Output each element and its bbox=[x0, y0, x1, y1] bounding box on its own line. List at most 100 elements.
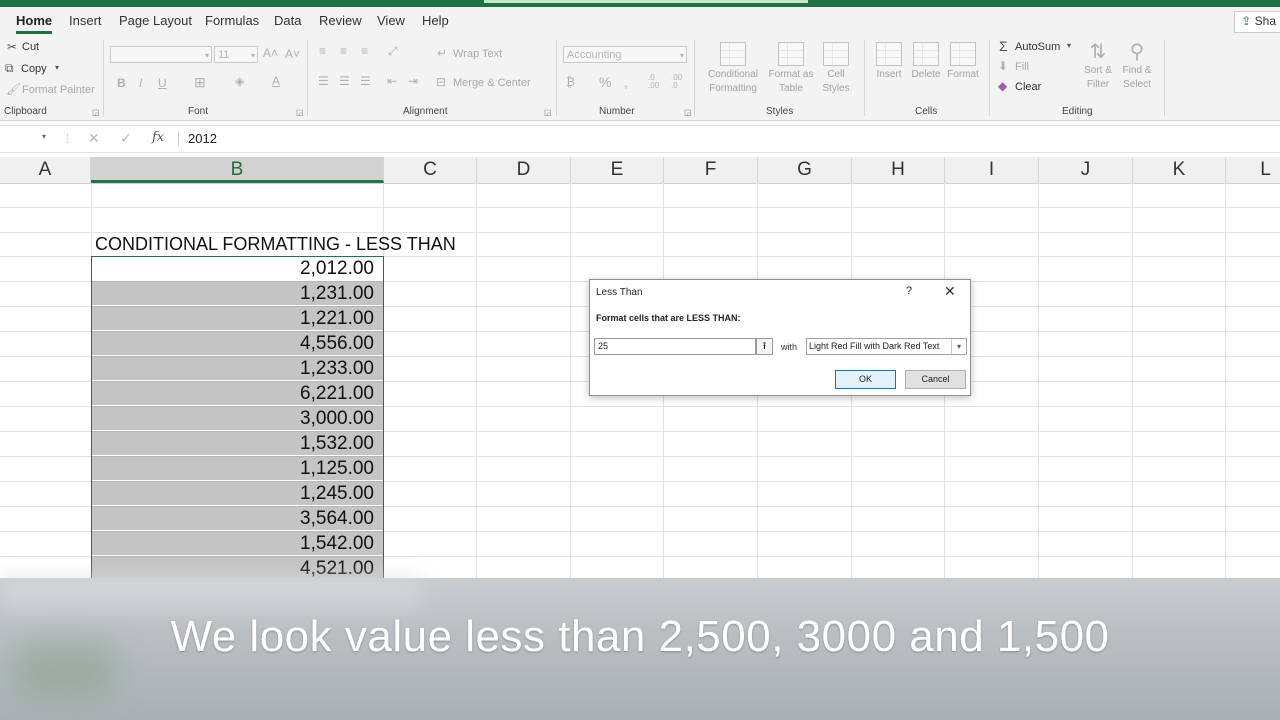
tab-review[interactable]: Review bbox=[319, 13, 362, 28]
sheet-title-cell[interactable]: CONDITIONAL FORMATTING - LESS THAN bbox=[95, 234, 456, 255]
format-style-select[interactable]: Light Red Fill with Dark Red Text ▾ bbox=[806, 338, 967, 355]
clipboard-group-label: Clipboard bbox=[4, 106, 47, 117]
percent-icon[interactable]: % bbox=[599, 74, 611, 90]
decrease-indent-icon[interactable]: ⇤ bbox=[387, 74, 397, 88]
copy-button[interactable]: Copy bbox=[21, 63, 47, 75]
share-button[interactable]: ⇪ Sha bbox=[1234, 11, 1280, 33]
delete-cells-button[interactable]: Delete bbox=[908, 42, 944, 82]
ok-button[interactable]: OK bbox=[835, 370, 896, 389]
formula-input[interactable]: 2012 bbox=[188, 131, 217, 146]
font-name-select[interactable]: ▾ bbox=[110, 46, 212, 63]
column-header-a[interactable]: A bbox=[0, 157, 91, 183]
styles-group-label: Styles bbox=[766, 106, 794, 117]
align-left-icon[interactable]: ☰ bbox=[318, 74, 329, 88]
column-header-e[interactable]: E bbox=[571, 157, 664, 183]
less-than-dialog: Less Than ? ✕ Format cells that are LESS… bbox=[589, 279, 971, 396]
fill-icon: ⬇ bbox=[998, 59, 1009, 73]
column-header-b[interactable]: B bbox=[91, 157, 384, 183]
delete-cells-icon bbox=[913, 42, 939, 66]
bold-icon[interactable]: B bbox=[117, 76, 126, 90]
number-format-select[interactable]: Accounting ▾ bbox=[563, 46, 687, 63]
confirm-entry-icon[interactable]: ✓ bbox=[120, 130, 132, 147]
cell-styles-button[interactable]: Cell Styles bbox=[816, 42, 856, 96]
range-selector-icon[interactable]: ⭱ bbox=[756, 338, 773, 355]
format-cells-button[interactable]: Format bbox=[944, 42, 982, 82]
tab-help[interactable]: Help bbox=[422, 13, 449, 28]
name-box[interactable]: ▾ bbox=[0, 128, 52, 149]
decrease-decimal-icon[interactable]: .00.0 bbox=[671, 74, 682, 90]
dialog-launcher-icon[interactable]: ◲ bbox=[684, 108, 692, 117]
scissors-icon: ✂ bbox=[7, 40, 18, 54]
tab-formulas[interactable]: Formulas bbox=[205, 13, 259, 28]
help-icon[interactable]: ? bbox=[906, 285, 912, 297]
italic-icon[interactable]: I bbox=[139, 76, 142, 90]
find-select-label: Find & bbox=[1122, 65, 1152, 76]
font-size-select[interactable]: 11 ▾ bbox=[214, 46, 258, 63]
cancel-button[interactable]: Cancel bbox=[905, 370, 966, 389]
merge-center-button[interactable]: Merge & Center bbox=[453, 77, 531, 89]
formula-bar: ▾ ⋮ ✕ ✓ fx 2012 bbox=[0, 125, 1280, 153]
align-right-icon[interactable]: ☰ bbox=[360, 74, 371, 88]
more-icon: ⋮ bbox=[62, 133, 73, 145]
increase-indent-icon[interactable]: ⇥ bbox=[408, 74, 418, 88]
find-select-label: Select bbox=[1123, 79, 1151, 90]
tab-data[interactable]: Data bbox=[274, 13, 301, 28]
increase-decimal-icon[interactable]: .0.00 bbox=[648, 74, 659, 90]
column-header-g[interactable]: G bbox=[758, 157, 852, 183]
column-header-l[interactable]: L bbox=[1226, 157, 1280, 183]
fill-color-icon[interactable]: ◈ bbox=[235, 74, 244, 88]
orientation-icon[interactable]: ⤢ bbox=[388, 44, 398, 59]
tab-page-layout[interactable]: Page Layout bbox=[119, 13, 192, 28]
dialog-title: Less Than bbox=[596, 287, 643, 298]
borders-icon[interactable]: ⊞ bbox=[194, 74, 206, 91]
format-painter-button[interactable]: Format Painter bbox=[22, 84, 95, 96]
column-headers: A B C D E F G H I J K L bbox=[0, 157, 1280, 184]
increase-font-icon[interactable]: A˄ bbox=[263, 46, 278, 60]
align-top-icon[interactable]: ≡ bbox=[319, 44, 326, 58]
threshold-input[interactable]: 25 bbox=[594, 338, 756, 355]
group-divider bbox=[1164, 40, 1165, 116]
tab-home[interactable]: Home bbox=[16, 13, 53, 34]
insert-function-icon[interactable]: fx bbox=[152, 130, 164, 145]
cut-button[interactable]: Cut bbox=[22, 41, 39, 53]
comma-icon[interactable]: , bbox=[624, 74, 628, 90]
number-format-value: Accounting bbox=[567, 49, 622, 61]
editing-group-label: Editing bbox=[1062, 106, 1093, 117]
column-header-h[interactable]: H bbox=[852, 157, 945, 183]
sort-filter-button[interactable]: ⇅ Sort & Filter bbox=[1078, 40, 1118, 92]
align-center-icon[interactable]: ☰ bbox=[339, 74, 350, 88]
fill-button[interactable]: Fill bbox=[1015, 61, 1029, 73]
font-color-icon[interactable]: A bbox=[272, 74, 280, 88]
find-select-button[interactable]: ⚲ Find & Select bbox=[1117, 40, 1157, 92]
column-header-j[interactable]: J bbox=[1039, 157, 1133, 183]
format-as-table-label: Table bbox=[779, 83, 803, 94]
cancel-entry-icon[interactable]: ✕ bbox=[88, 130, 100, 147]
number-group-label: Number bbox=[599, 106, 635, 117]
ribbon: ✂ Cut ⧉ Copy ▾ 🖌 Format Painter Clipboar… bbox=[0, 34, 1280, 121]
underline-icon[interactable]: U bbox=[158, 76, 167, 90]
decrease-font-icon[interactable]: A˅ bbox=[285, 47, 300, 61]
conditional-formatting-button[interactable]: Conditional Formatting bbox=[702, 42, 764, 96]
wrap-text-button[interactable]: Wrap Text bbox=[453, 48, 502, 60]
insert-cells-button[interactable]: Insert bbox=[872, 42, 906, 82]
format-as-table-label: Format as bbox=[768, 69, 814, 80]
dialog-launcher-icon[interactable]: ◲ bbox=[92, 108, 100, 117]
align-middle-icon[interactable]: ≡ bbox=[340, 44, 347, 58]
dialog-launcher-icon[interactable]: ◲ bbox=[544, 108, 552, 117]
column-header-d[interactable]: D bbox=[477, 157, 571, 183]
ribbon-tabs: Home Insert Page Layout Formulas Data Re… bbox=[0, 7, 1280, 34]
column-header-i[interactable]: I bbox=[945, 157, 1039, 183]
column-header-f[interactable]: F bbox=[664, 157, 758, 183]
tab-view[interactable]: View bbox=[377, 13, 405, 28]
align-bottom-icon[interactable]: ≡ bbox=[361, 44, 368, 58]
column-header-k[interactable]: K bbox=[1133, 157, 1226, 183]
autosum-button[interactable]: AutoSum bbox=[1015, 41, 1060, 53]
close-icon[interactable]: ✕ bbox=[944, 283, 956, 300]
dialog-launcher-icon[interactable]: ◲ bbox=[296, 108, 304, 117]
chevron-down-icon: ▾ bbox=[951, 339, 966, 354]
format-as-table-button[interactable]: Format as Table bbox=[764, 42, 818, 96]
tab-insert[interactable]: Insert bbox=[69, 13, 102, 28]
currency-icon[interactable]: ₿ bbox=[566, 75, 575, 89]
column-header-c[interactable]: C bbox=[384, 157, 477, 183]
clear-button[interactable]: Clear bbox=[1015, 81, 1041, 93]
